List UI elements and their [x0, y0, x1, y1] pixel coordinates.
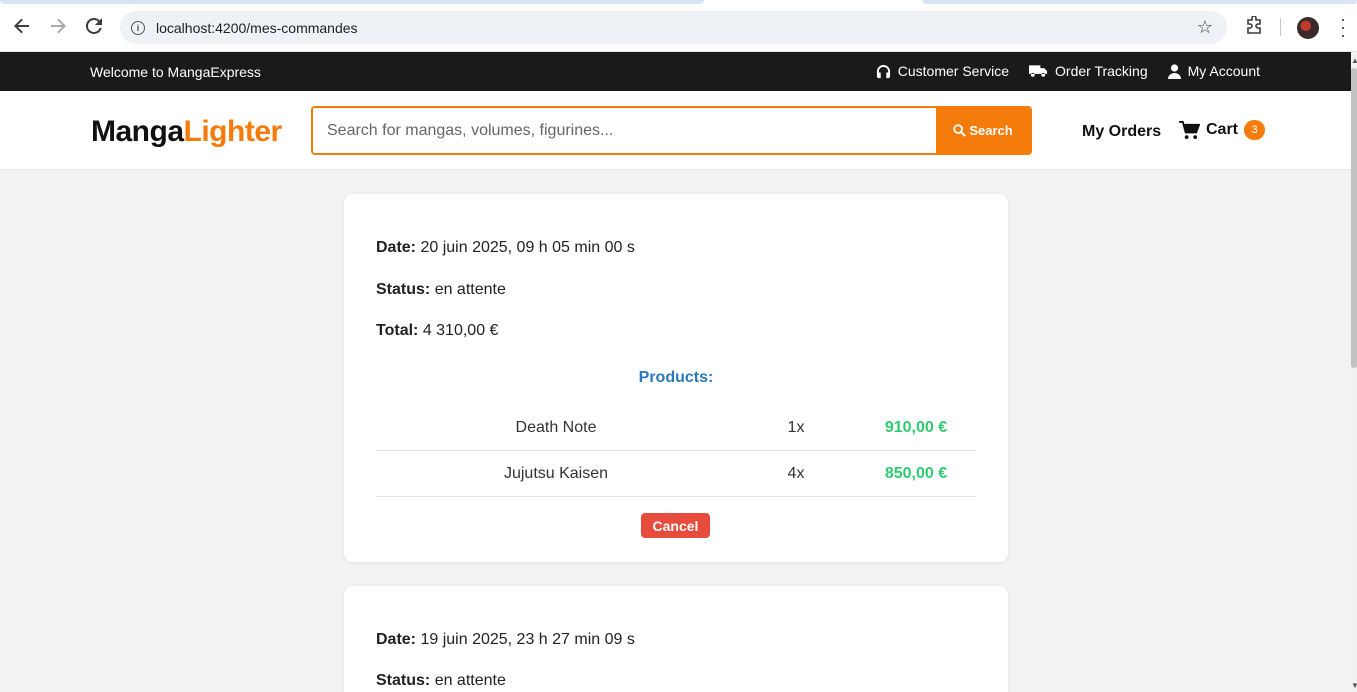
tab-strip-edge — [0, 0, 704, 4]
status-value: en attente — [434, 281, 506, 298]
profile-avatar[interactable] — [1297, 17, 1319, 39]
bookmark-star-icon[interactable]: ☆ — [1197, 17, 1213, 38]
order-total: Total: 4 310,00 € — [376, 322, 498, 340]
customer-service-link[interactable]: Customer Service — [876, 63, 1009, 79]
order-tracking-link[interactable]: Order Tracking — [1029, 63, 1148, 79]
back-arrow-icon[interactable] — [10, 14, 34, 38]
date-value: 19 juin 2025, 23 h 27 min 09 s — [420, 631, 635, 648]
logo-part-lighter: Lighter — [183, 115, 283, 148]
order-status: Status: en attente — [376, 281, 506, 299]
scroll-up-arrow-icon[interactable]: ▲ — [1351, 56, 1357, 65]
reload-icon[interactable] — [82, 14, 106, 38]
cancel-order-button[interactable]: Cancel — [641, 513, 710, 538]
headset-icon — [876, 64, 890, 78]
site-info-icon[interactable]: i — [131, 20, 145, 35]
product-name: Death Note — [515, 418, 597, 436]
scroll-down-arrow-icon[interactable]: ▼ — [1351, 681, 1357, 690]
page-scrollbar[interactable]: ▲ ▼ — [1351, 52, 1357, 692]
search-button-label: Search — [969, 123, 1013, 138]
customer-service-label: Customer Service — [897, 63, 1010, 79]
top-links: Customer Service Order Tracking My Accou… — [876, 63, 1260, 79]
logo-part-manga: Manga — [91, 115, 184, 148]
product-qty: 1x — [787, 418, 805, 436]
product-name: Jujutsu Kaisen — [503, 464, 609, 482]
order-date: Date: 20 juin 2025, 09 h 05 min 00 s — [376, 239, 635, 257]
cart-icon — [1179, 120, 1200, 139]
my-account-link[interactable]: My Account — [1167, 63, 1260, 79]
search-bar: Search — [311, 106, 1032, 155]
browser-menu-icon[interactable]: · · · — [1336, 10, 1350, 44]
search-button[interactable]: Search — [936, 108, 1030, 153]
cart-count-badge: 3 — [1244, 120, 1266, 140]
total-label: Total: — [376, 322, 419, 339]
order-tracking-label: Order Tracking — [1055, 63, 1148, 79]
my-account-label: My Account — [1187, 63, 1260, 79]
order-card: Date: 19 juin 2025, 23 h 27 min 09 s Sta… — [344, 586, 1008, 692]
my-orders-link[interactable]: My Orders — [1082, 123, 1161, 141]
search-icon — [953, 124, 967, 137]
product-qty: 4x — [787, 464, 805, 482]
product-price: 910,00 € — [884, 418, 948, 436]
order-date: Date: 19 juin 2025, 23 h 27 min 09 s — [376, 631, 635, 649]
forward-arrow-icon[interactable] — [46, 14, 70, 38]
products-table: Death Note 1x 910,00 € Jujutsu Kaisen 4x… — [376, 405, 976, 497]
welcome-text: Welcome to MangaExpress — [90, 64, 261, 80]
user-icon — [1167, 63, 1181, 79]
date-label: Date: — [376, 631, 417, 648]
date-label: Date: — [376, 239, 417, 256]
status-value: en attente — [434, 672, 506, 689]
browser-toolbar: i localhost:4200/mes-commandes ☆ · · · — [0, 0, 1357, 52]
scrollbar-thumb[interactable] — [1351, 68, 1357, 368]
site-logo[interactable]: MangaLighter — [91, 115, 282, 149]
product-row: Jujutsu Kaisen 4x 850,00 € — [376, 451, 976, 497]
site-header: MangaLighter Search My Orders Cart 3 — [0, 91, 1351, 170]
cart-label: Cart — [1206, 121, 1239, 138]
top-info-bar: Welcome to MangaExpress Customer Service… — [0, 52, 1351, 91]
cart-link[interactable]: Cart 3 — [1179, 120, 1266, 140]
product-row: Death Note 1x 910,00 € — [376, 405, 976, 451]
truck-icon — [1029, 64, 1048, 77]
order-card: Date: 20 juin 2025, 09 h 05 min 00 s Sta… — [344, 194, 1008, 562]
search-input[interactable] — [313, 108, 936, 153]
total-value: 4 310,00 € — [422, 322, 499, 339]
toolbar-separator — [1280, 18, 1281, 36]
date-value: 20 juin 2025, 09 h 05 min 00 s — [420, 239, 635, 256]
order-status: Status: en attente — [376, 672, 506, 690]
address-bar[interactable]: i localhost:4200/mes-commandes ☆ — [120, 11, 1227, 44]
status-label: Status: — [376, 672, 431, 689]
products-heading: Products: — [638, 369, 714, 386]
status-label: Status: — [376, 281, 431, 298]
product-price: 850,00 € — [884, 464, 948, 482]
extensions-puzzle-icon[interactable] — [1244, 15, 1264, 36]
url-text[interactable]: localhost:4200/mes-commandes — [156, 20, 358, 36]
tab-strip-edge — [922, 0, 1357, 4]
